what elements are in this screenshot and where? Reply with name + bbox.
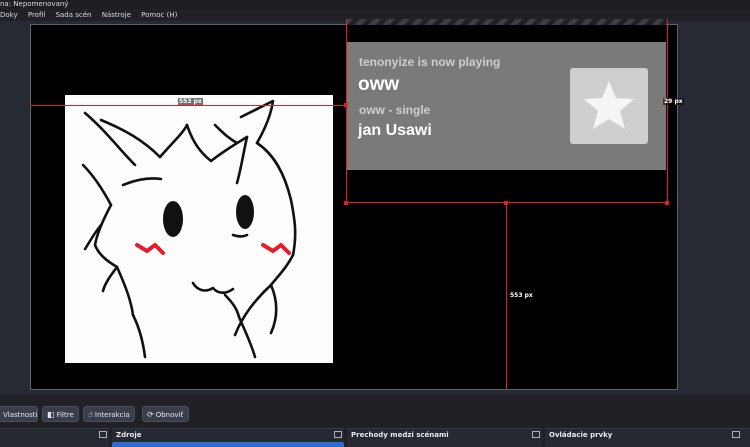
now-playing-widget[interactable]: tenonyize is now playing oww oww - singl… (346, 42, 666, 170)
dock-float-icon[interactable] (334, 431, 342, 438)
refresh-label: Obnoviť (155, 411, 184, 419)
now-playing-title: oww (358, 74, 400, 95)
menu-profile[interactable]: Profil (24, 9, 49, 21)
selected-source-row[interactable] (112, 442, 344, 447)
now-playing-status: tenonyize is now playing (359, 55, 501, 69)
interact-label: Interakcia (94, 411, 130, 419)
dock-transitions: Prechody medzi scénami (347, 428, 542, 447)
album-art-placeholder (570, 68, 648, 144)
filters-label: Filtre (56, 411, 74, 419)
hand-icon: ☝ (88, 410, 93, 419)
dock-controls: Ovládacie prvky (545, 428, 750, 447)
dock-transitions-title: Prechody medzi scénami (351, 431, 449, 439)
menu-help[interactable]: Pomoc (H) (137, 9, 181, 21)
dock-float-icon[interactable] (732, 431, 740, 438)
properties-label: Vlastnosti (3, 411, 38, 419)
dock-sources-title: Zdroje (116, 431, 142, 439)
menu-scene-collection[interactable]: Sada scén (52, 9, 96, 21)
preview-hatch-strip (346, 19, 666, 25)
star-icon (584, 81, 634, 129)
dock-float-icon[interactable] (532, 431, 540, 438)
selection-box-left-edge (346, 19, 347, 203)
dock-scenes (0, 428, 109, 447)
selection-box-right-edge (667, 19, 668, 203)
guide-label-left: 553 px (178, 98, 203, 105)
resize-handle-left[interactable] (344, 103, 348, 107)
filters-button[interactable]: ◧ Filtre (42, 406, 79, 422)
now-playing-album: oww - single (359, 103, 431, 117)
interact-button[interactable]: ☝ Interakcia (83, 406, 135, 422)
cat-drawing (81, 99, 297, 359)
dock-controls-title: Ovládacie prvky (549, 431, 613, 439)
image-source[interactable] (65, 95, 333, 363)
guide-line-left (31, 105, 346, 106)
dock-float-icon[interactable] (99, 431, 107, 438)
resize-handle-bottom-right[interactable] (665, 201, 669, 205)
source-toolbar: Vlastnosti ◧ Filtre ☝ Interakcia ⟳ Obnoviť (0, 403, 750, 425)
filter-icon: ◧ (47, 410, 55, 419)
now-playing-artist: jan Usawi (358, 122, 432, 139)
resize-handle-bottom-center[interactable] (504, 201, 508, 205)
resize-handle-bottom-left[interactable] (344, 201, 348, 205)
window-title: na: Nepomenovaný (0, 0, 69, 8)
menu-tools[interactable]: Nástroje (98, 9, 135, 21)
refresh-icon: ⟳ (147, 410, 154, 419)
refresh-button[interactable]: ⟳ Obnoviť (142, 406, 189, 422)
menu-docks[interactable]: Doky (0, 9, 22, 21)
title-bar: na: Nepomenovaný (0, 0, 750, 9)
guide-label-bottom: 553 px (509, 292, 534, 299)
properties-button[interactable]: Vlastnosti (0, 406, 38, 422)
guide-line-bottom (506, 203, 507, 389)
guide-label-right: 29 px (663, 98, 684, 105)
